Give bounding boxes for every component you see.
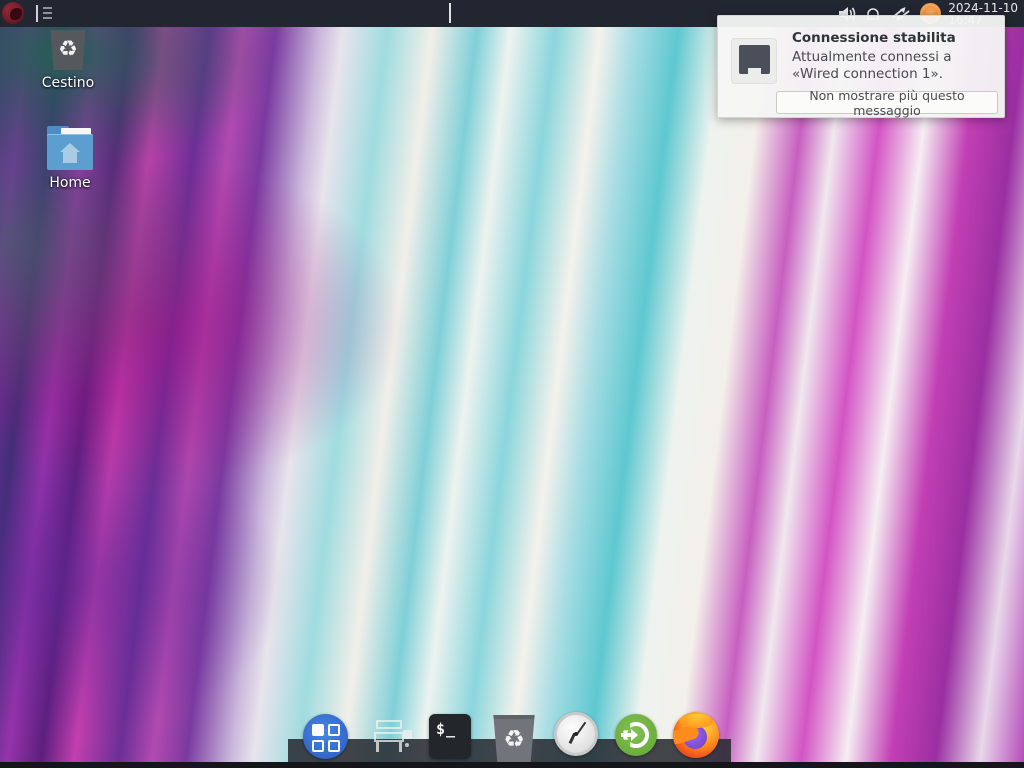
firefox-icon[interactable] — [673, 712, 719, 758]
recycle-symbol: ♻ — [58, 39, 78, 61]
bottom-edge-strip — [0, 762, 1024, 768]
wired-network-icon — [739, 45, 770, 74]
desktop-icon-trash[interactable]: ♻ Cestino — [28, 30, 108, 91]
launcher-square — [328, 740, 340, 752]
notification-body: Attualmente connessi a «Wired connection… — [792, 49, 997, 82]
clock-app-icon[interactable] — [554, 712, 598, 756]
session-restart-icon[interactable] — [615, 714, 657, 756]
pager-frame — [374, 732, 404, 742]
dismiss-notification-button[interactable]: Non mostrare più questo messaggio — [776, 91, 998, 114]
session-arrow-head — [631, 729, 638, 741]
trash-icon: ♻ — [49, 30, 87, 70]
pager-leg — [399, 742, 402, 752]
launcher-square — [312, 740, 324, 752]
panel-menu-icon[interactable] — [36, 5, 58, 23]
notification-title: Connessione stabilita — [792, 30, 956, 46]
pager-dot — [405, 743, 409, 747]
trash-icon-label: Cestino — [28, 75, 108, 91]
notification-icon-frame — [731, 38, 777, 84]
firefox-fringe — [679, 714, 715, 728]
panel-menu-line — [43, 17, 52, 19]
app-launcher-icon[interactable] — [303, 714, 348, 759]
panel-menu-line — [43, 7, 52, 9]
home-icon-label: Home — [30, 175, 110, 191]
panel-menu-line — [43, 12, 52, 14]
panel-date: 2024-11-10 — [948, 2, 1018, 14]
home-folder-icon — [47, 126, 93, 170]
clock-center-pin — [574, 732, 578, 736]
desktop-icon-home[interactable]: Home — [30, 126, 110, 191]
notification-popup: Connessione stabilita Attualmente connes… — [717, 15, 1005, 118]
panel-menu-bar — [36, 5, 38, 22]
terminal-prompt-glyph: $_ — [436, 720, 456, 738]
pager-bar — [376, 720, 402, 729]
pager-leg — [376, 742, 379, 752]
workspace-tool-icon[interactable] — [372, 718, 412, 756]
launcher-square — [312, 724, 324, 736]
distro-logo-icon[interactable] — [2, 2, 24, 24]
pager-chip — [403, 730, 412, 739]
terminal-icon[interactable]: $_ — [429, 714, 471, 759]
recycle-symbol: ♻ — [503, 725, 525, 753]
desktop-screen: 2024-11-10 16:47 ♻ Cestino Home Connessi… — [0, 0, 1024, 768]
launcher-square — [328, 724, 340, 736]
dock-trash-icon[interactable]: ♻ — [492, 715, 536, 762]
panel-cursor-caret — [449, 3, 451, 23]
